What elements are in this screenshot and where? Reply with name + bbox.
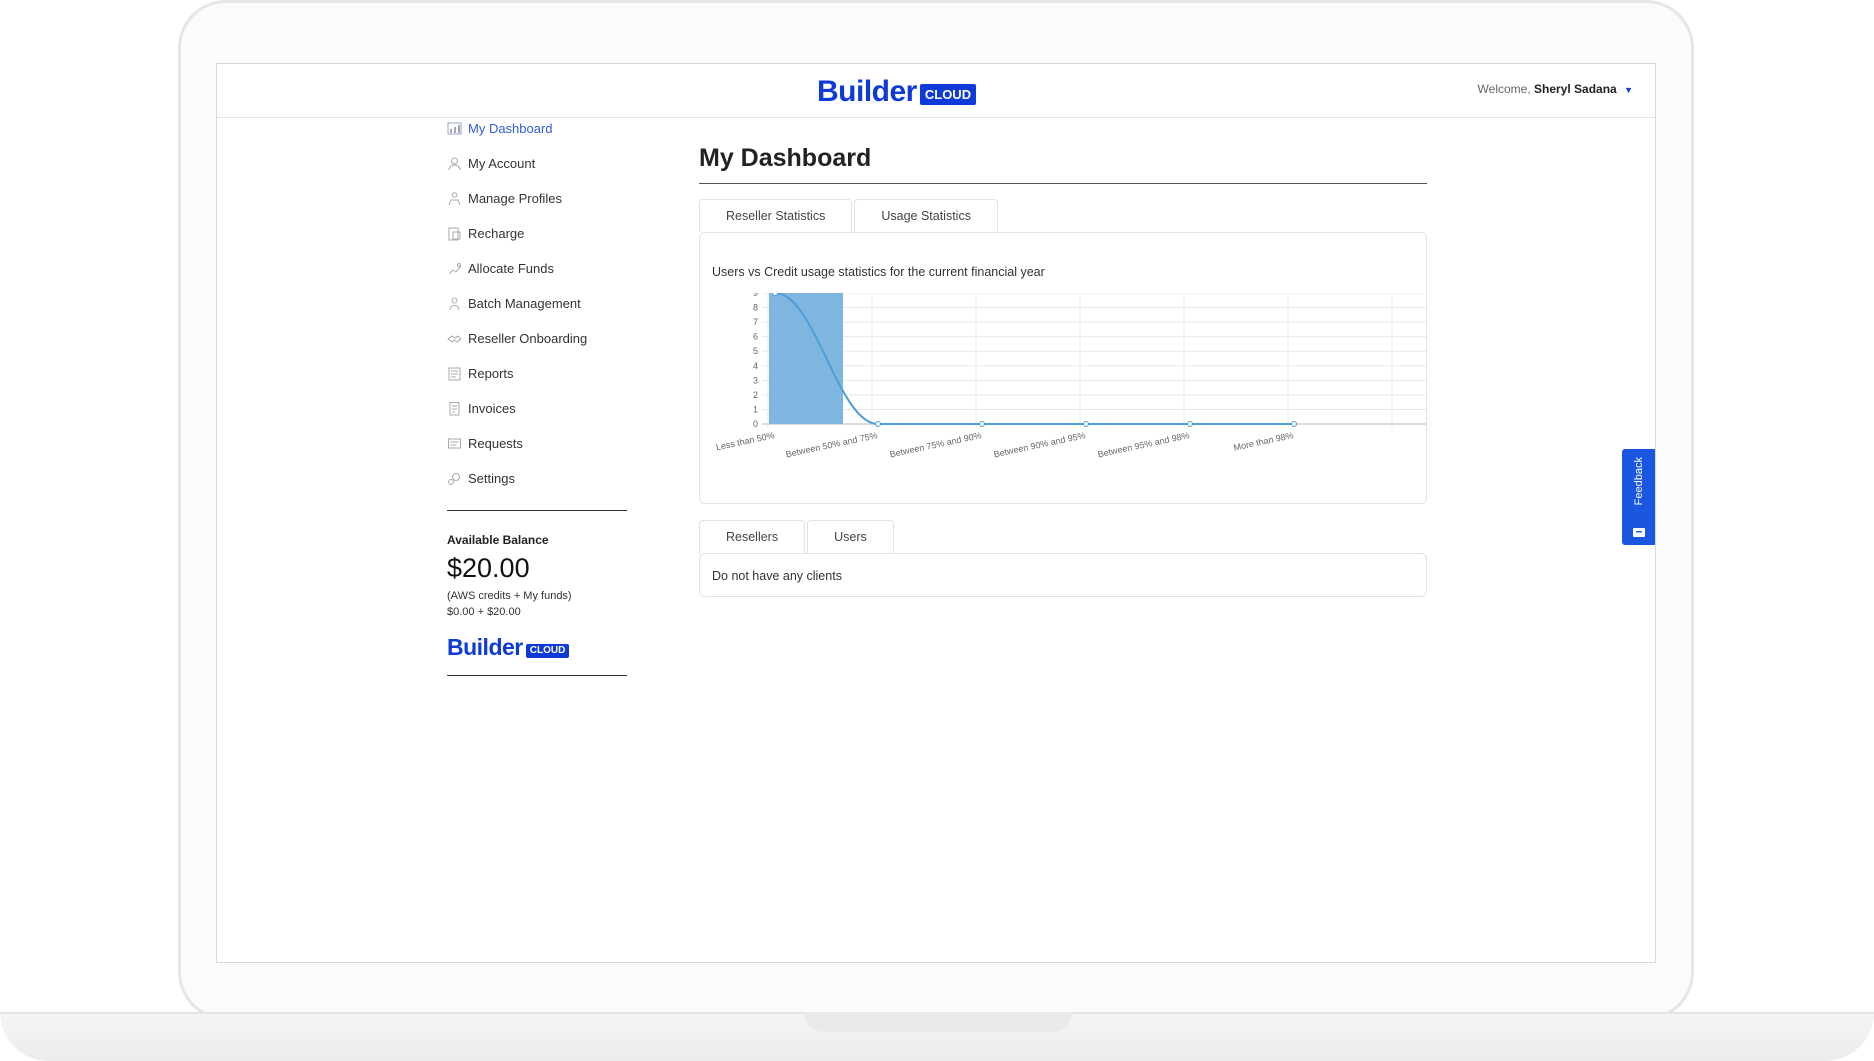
sidebar-item-label: Settings [468, 471, 515, 486]
invoice-icon [447, 401, 462, 416]
usage-chart: 0 1 2 3 4 5 6 7 8 9 Less than 50% Between 50% and 7… [715, 293, 1426, 459]
y-tick-label: 3 [753, 375, 758, 385]
sidebar-item-label: Reseller Onboarding [468, 331, 588, 346]
y-tick-label: 7 [753, 317, 758, 327]
x-tick-label: Between 90% and 95% [993, 430, 1087, 459]
sidebar-item-my-account[interactable]: My Account [447, 146, 627, 181]
user-menu[interactable]: Welcome, Sheryl Sadana ▼ [1478, 82, 1633, 96]
sidebar-item-label: Allocate Funds [468, 261, 554, 276]
line-point [875, 421, 881, 427]
x-tick-label: Between 75% and 90% [889, 430, 983, 459]
top-bar: Builder CLOUD Welcome, Sheryl Sadana ▼ [217, 64, 1655, 118]
app-screen: Builder CLOUD Welcome, Sheryl Sadana ▼ M… [216, 63, 1656, 963]
sidebar-item-label: Reports [468, 366, 514, 381]
y-tick-label: 5 [753, 346, 758, 356]
chart-caption: Users vs Credit usage statistics for the… [712, 265, 1045, 279]
sidebar-item-settings[interactable]: Settings [447, 461, 627, 496]
y-tick-label: 4 [753, 361, 758, 371]
reports-icon [447, 366, 462, 381]
line-point [1291, 421, 1297, 427]
brand-word: Builder [447, 634, 523, 660]
feedback-label: Feedback [1632, 457, 1645, 506]
balance-amount: $20.00 [447, 553, 530, 583]
brand-badge: CLOUD [525, 644, 570, 658]
brand-logo[interactable]: Builder CLOUD [817, 75, 977, 108]
sidebar-item-label: Requests [468, 436, 523, 451]
sidebar-item-label: Recharge [468, 226, 525, 241]
feedback-button[interactable]: Feedback [1622, 449, 1655, 545]
clients-panel: Do not have any clients [699, 553, 1427, 597]
line-series [774, 293, 1294, 425]
line-point [1187, 421, 1193, 427]
usage-statistics-panel: Users vs Credit usage statistics for the… [699, 232, 1427, 504]
gear-icon [447, 471, 462, 486]
sidebar-item-batch-management[interactable]: Batch Management [447, 286, 627, 321]
user-name: Sheryl Sadana [1534, 82, 1617, 96]
profiles-icon [447, 191, 462, 206]
sidebar-item-recharge[interactable]: Recharge [447, 216, 627, 251]
y-tick-label: 1 [753, 404, 758, 414]
sidebar-item-my-dashboard[interactable]: My Dashboard [447, 111, 627, 146]
tab-reseller-statistics[interactable]: Reseller Statistics [699, 199, 853, 232]
y-tick-label: 6 [753, 332, 758, 342]
y-tick-label: 9 [753, 293, 758, 298]
empty-clients-message: Do not have any clients [712, 569, 842, 583]
balance-note-breakdown: $0.00 + $20.00 [447, 606, 521, 618]
y-tick-label: 8 [753, 303, 758, 313]
balance-note: (AWS credits + My funds) $0.00 + $20.00 [447, 588, 627, 620]
tab-users[interactable]: Users [807, 520, 894, 553]
requests-icon [447, 436, 462, 451]
line-point [772, 293, 778, 296]
sidebar-divider-bottom [447, 675, 627, 676]
handshake-icon [447, 331, 462, 346]
sidebar-item-label: Batch Management [468, 296, 581, 311]
chart-icon [447, 121, 462, 136]
sidebar-item-label: My Dashboard [468, 121, 553, 136]
user-icon [447, 156, 462, 171]
sidebar-brand-logo: Builder CLOUD [447, 636, 627, 659]
sidebar-item-allocate-funds[interactable]: Allocate Funds [447, 251, 627, 286]
batch-icon [447, 296, 462, 311]
line-point [1083, 421, 1089, 427]
chevron-down-icon: ▼ [1624, 85, 1633, 95]
page-title: My Dashboard [699, 144, 1427, 184]
sidebar: My Dashboard My Account Manage Profiles Rec… [447, 111, 627, 676]
sidebar-divider [447, 510, 627, 511]
tab-resellers[interactable]: Resellers [699, 520, 806, 554]
sidebar-item-reports[interactable]: Reports [447, 356, 627, 391]
sidebar-item-label: Manage Profiles [468, 191, 562, 206]
x-tick-label: Less than 50% [715, 430, 775, 452]
balance-note-source: (AWS credits + My funds) [447, 590, 572, 602]
x-tick-label: More than 98% [1233, 430, 1295, 452]
sidebar-item-requests[interactable]: Requests [447, 426, 627, 461]
sidebar-item-label: Invoices [468, 401, 516, 416]
brand-word: Builder [817, 75, 917, 108]
laptop-notch [804, 1012, 1072, 1032]
recharge-icon [447, 226, 462, 241]
sidebar-item-label: My Account [468, 156, 536, 171]
y-tick-label: 0 [753, 419, 758, 429]
stats-tabs: Reseller Statistics Usage Statistics [699, 199, 1000, 233]
chat-icon [1632, 528, 1645, 537]
welcome-prefix: Welcome, [1477, 82, 1531, 96]
line-point [979, 421, 985, 427]
x-tick-label: Between 95% and 98% [1097, 430, 1191, 459]
y-tick-label: 2 [753, 390, 758, 400]
clients-tabs: Resellers Users [699, 520, 896, 554]
funds-icon [447, 261, 462, 276]
tab-usage-statistics[interactable]: Usage Statistics [854, 199, 998, 233]
sidebar-item-manage-profiles[interactable]: Manage Profiles [447, 181, 627, 216]
x-tick-label: Between 50% and 75% [785, 430, 879, 459]
sidebar-item-reseller-onboarding[interactable]: Reseller Onboarding [447, 321, 627, 356]
brand-badge: CLOUD [919, 84, 977, 105]
balance-label: Available Balance [447, 533, 549, 547]
sidebar-item-invoices[interactable]: Invoices [447, 391, 627, 426]
sidebar-nav: My Dashboard My Account Manage Profiles Rec… [447, 111, 627, 496]
bar [769, 293, 843, 424]
